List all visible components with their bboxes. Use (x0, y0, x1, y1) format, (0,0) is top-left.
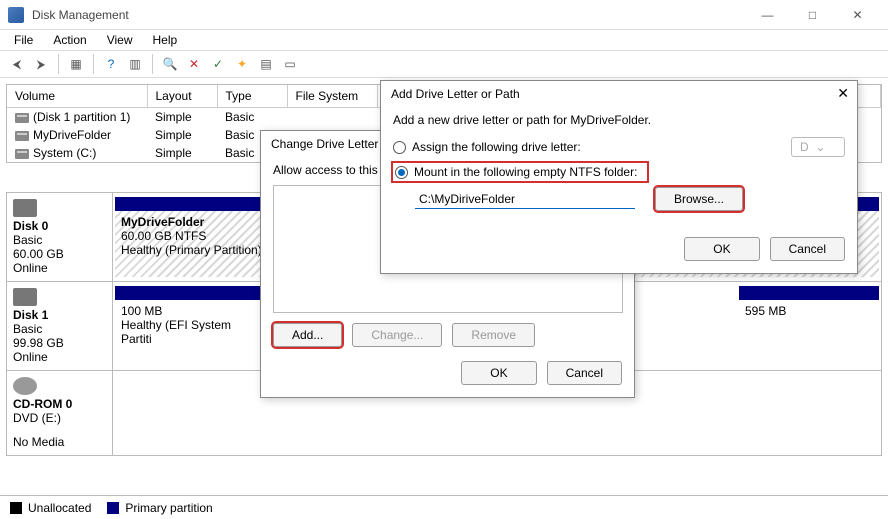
dialog2-cancel-button[interactable]: Cancel (770, 237, 845, 261)
disk-info[interactable]: Disk 1 Basic 99.98 GB Online (7, 282, 113, 370)
grid-icon[interactable]: ▦ (65, 53, 87, 75)
forward-icon[interactable]: ⮞ (30, 53, 52, 75)
swatch-primary (107, 502, 119, 514)
browse-button[interactable]: Browse... (655, 187, 743, 211)
close-button[interactable]: ✕ (835, 0, 880, 30)
col-type[interactable]: Type (217, 85, 287, 108)
dialog-close-icon[interactable]: ✕ (837, 85, 849, 102)
new-icon[interactable]: ✦ (231, 53, 253, 75)
radio-checked-icon (395, 166, 408, 179)
menu-file[interactable]: File (6, 31, 41, 49)
menu-help[interactable]: Help (145, 31, 186, 49)
app-icon (8, 7, 24, 23)
assign-letter-option[interactable]: Assign the following drive letter: (393, 140, 581, 154)
partition[interactable]: 100 MB Healthy (EFI System Partiti (115, 286, 265, 366)
layout-icon[interactable]: ▥ (124, 53, 146, 75)
radio-unchecked-icon (393, 141, 406, 154)
remove-button[interactable]: Remove (452, 323, 535, 347)
change-button[interactable]: Change... (352, 323, 442, 347)
mount-folder-option[interactable]: Mount in the following empty NTFS folder… (395, 165, 637, 179)
ok-button[interactable]: OK (461, 361, 536, 385)
maximize-button[interactable]: □ (790, 0, 835, 30)
back-icon[interactable]: ⮜ (6, 53, 28, 75)
disk-icon (13, 288, 37, 306)
minimize-button[interactable]: — (745, 0, 790, 30)
window-title: Disk Management (32, 8, 745, 22)
drive-icon (15, 149, 29, 159)
dialog2-title: Add Drive Letter or Path (381, 81, 857, 107)
search-icon[interactable]: 🔍 (159, 53, 181, 75)
check-icon[interactable]: ✓ (207, 53, 229, 75)
col-layout[interactable]: Layout (147, 85, 217, 108)
legend: Unallocated Primary partition (0, 495, 888, 519)
dialog2-ok-button[interactable]: OK (684, 237, 759, 261)
disk-info[interactable]: Disk 0 Basic 60.00 GB Online (7, 193, 113, 281)
swatch-unallocated (10, 502, 22, 514)
add-drive-letter-dialog: Add Drive Letter or Path ✕ Add a new dri… (380, 80, 858, 274)
partition[interactable]: 595 MB (739, 286, 879, 366)
disk-icon (13, 199, 37, 217)
help-icon[interactable]: ? (100, 53, 122, 75)
dialog2-intro: Add a new drive letter or path for MyDri… (393, 113, 845, 127)
title-bar: Disk Management — □ ✕ (0, 0, 888, 30)
col-volume[interactable]: Volume (7, 85, 147, 108)
menu-action[interactable]: Action (45, 31, 94, 49)
folder-path-input[interactable] (415, 190, 635, 209)
properties-icon[interactable]: ▤ (255, 53, 277, 75)
add-button[interactable]: Add... (273, 323, 342, 347)
cdrom-icon (13, 377, 37, 395)
toolbar: ⮜ ⮞ ▦ ? ▥ 🔍 ✕ ✓ ✦ ▤ ▭ (0, 50, 888, 78)
cancel-button[interactable]: Cancel (547, 361, 622, 385)
drive-letter-select[interactable]: D ⌄ (791, 137, 845, 157)
drive-icon (15, 113, 29, 123)
list-icon[interactable]: ▭ (279, 53, 301, 75)
menu-view[interactable]: View (99, 31, 141, 49)
disk-info[interactable]: CD-ROM 0 DVD (E:) No Media (7, 371, 113, 455)
menu-bar: File Action View Help (0, 30, 888, 50)
drive-icon (15, 131, 29, 141)
col-filesystem[interactable]: File System (287, 85, 377, 108)
delete-icon[interactable]: ✕ (183, 53, 205, 75)
